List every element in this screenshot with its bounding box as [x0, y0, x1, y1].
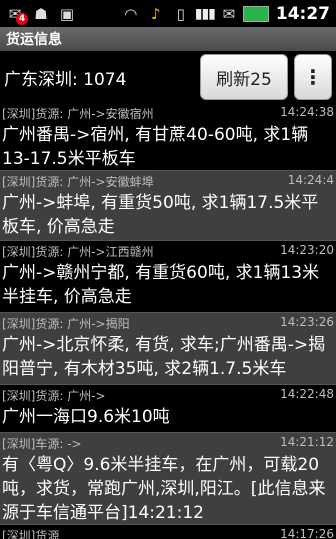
list-item[interactable]: [深圳]车源: -> 14:21:12 有〈粤Q〉9.6米半挂车，在广州，可载2…: [0, 433, 336, 525]
item-meta: [深圳]货源: 广州->安徽蚌埠 14:24:4: [2, 173, 334, 189]
item-time: 14:24:4: [287, 173, 334, 187]
item-meta: [深圳]货源: 广州->揭阳 14:23:26: [2, 315, 334, 331]
refresh-button[interactable]: 刷新25: [200, 54, 288, 100]
item-source: [深圳]货源: 广州->安徽蚌埠: [2, 175, 154, 189]
android-icon: ☗: [34, 4, 48, 23]
item-time: 14:21:12: [280, 435, 334, 449]
music-icon: ♪: [150, 4, 161, 23]
item-text: 广州番禺->宿州, 有甘蔗40-60吨, 求1辆13-17.5米平板车: [2, 125, 309, 169]
item-source: [深圳]货源: 广州->江西赣州: [2, 245, 154, 259]
list-item[interactable]: [深圳]货源: 广州->安徽宿州 14:24:38 广州番禺->宿州, 有甘蔗4…: [0, 103, 336, 171]
vibrate-icon: ▯: [176, 4, 185, 23]
item-text: 广州->蚌埠, 有重货50吨, 求1辆17.5米平板车, 价高急走: [2, 193, 319, 237]
app-title: 货运信息: [6, 32, 62, 48]
notification-badge: 4: [16, 12, 28, 25]
wifi-icon: ◠: [124, 4, 138, 23]
item-meta: [深圳]货源 14:17:26: [2, 527, 334, 539]
battery-icon: [242, 5, 269, 22]
list-item[interactable]: [深圳]货源: 广州->揭阳 14:23:26 广州->北京怀柔, 有货, 求车…: [0, 313, 336, 385]
item-text: 广州->赣州宁都, 有重货60吨, 求1辆13米半挂车, 价高急走: [2, 263, 320, 307]
overflow-menu-button[interactable]: ⋮: [294, 54, 332, 100]
item-source: [深圳]货源: [2, 529, 60, 539]
signal-icon: ▮▮▮: [194, 5, 216, 22]
list-item[interactable]: [深圳]货源: 广州-> 14:22:48 广州一海口9.6米10吨: [0, 385, 336, 433]
image-icon: ▣: [59, 4, 75, 23]
list-item[interactable]: [深圳]货源: 广州->江西赣州 14:23:20 广州->赣州宁都, 有重货6…: [0, 241, 336, 313]
item-time: 14:23:20: [280, 243, 334, 257]
app-title-bar: 货运信息: [0, 27, 336, 51]
item-source: [深圳]货源: 广州->揭阳: [2, 317, 130, 331]
item-text: 广州->北京怀柔, 有货, 求车;广州番禺->揭阳普宁, 有木材35吨, 求2辆…: [2, 335, 326, 379]
item-time: 14:17:26: [280, 527, 334, 539]
item-source: [深圳]货源: 广州->: [2, 389, 106, 403]
list-item[interactable]: [深圳]货源 14:17:26: [0, 525, 336, 539]
header-row: 广东深圳: 1074 刷新25 ⋮: [0, 51, 336, 103]
item-meta: [深圳]车源: -> 14:21:12: [2, 435, 334, 451]
region-count: 广东深圳: 1074: [4, 69, 127, 90]
item-time: 14:24:38: [280, 105, 334, 119]
item-meta: [深圳]货源: 广州->安徽宿州 14:24:38: [2, 105, 334, 121]
item-text: 广州一海口9.6米10吨: [2, 407, 170, 427]
item-meta: [深圳]货源: 广州-> 14:22:48: [2, 387, 334, 403]
list-item[interactable]: [深圳]货源: 广州->安徽蚌埠 14:24:4 广州->蚌埠, 有重货50吨,…: [0, 171, 336, 241]
mail-icon: ✉: [222, 4, 236, 23]
notification-icon: ✉ 4: [4, 4, 28, 25]
item-source: [深圳]货源: 广州->安徽宿州: [2, 107, 154, 121]
status-bar: ✉ 4 ☗ ▣ ◠ ♪ ▯ ▮▮▮ ✉ 14:27: [0, 0, 336, 27]
item-text: 有〈粤Q〉9.6米半挂车，在广州，可载20吨，求货，常跑广州,深圳,阳江。[此信…: [2, 455, 326, 523]
item-time: 14:22:48: [280, 387, 334, 401]
clock: 14:27: [275, 3, 330, 24]
item-source: [深圳]车源: ->: [2, 437, 82, 451]
item-time: 14:23:26: [280, 315, 334, 329]
item-meta: [深圳]货源: 广州->江西赣州 14:23:20: [2, 243, 334, 259]
